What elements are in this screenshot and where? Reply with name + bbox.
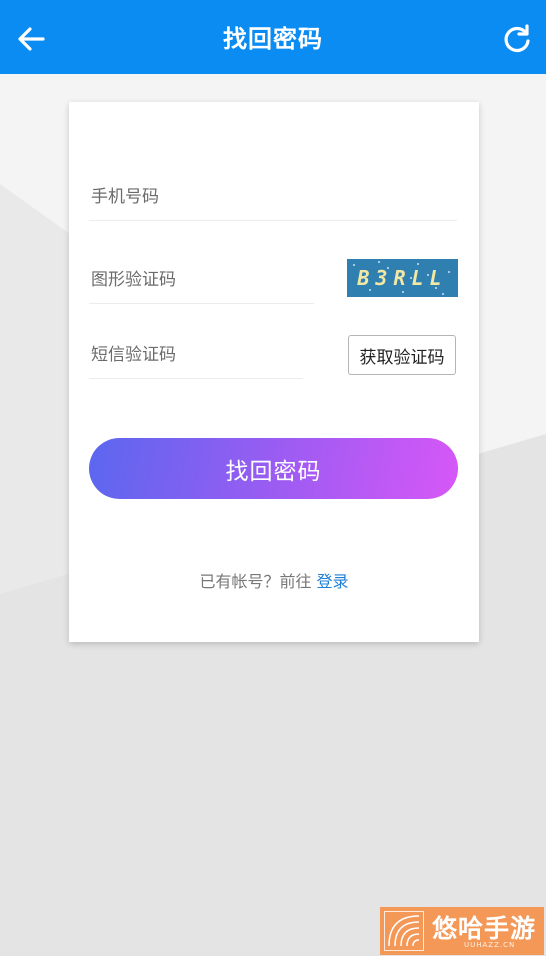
watermark-logo-icon — [384, 911, 424, 951]
phone-input[interactable] — [89, 186, 457, 208]
sms-code-field — [89, 332, 303, 379]
get-sms-code-button[interactable]: 获取验证码 — [348, 335, 456, 375]
reset-password-button[interactable]: 找回密码 — [89, 438, 458, 499]
reset-password-card: B3RLL 获取验证码 找回密码 已有帐号？前往 登录 — [69, 102, 479, 642]
sms-code-input[interactable] — [89, 344, 303, 366]
phone-field — [89, 174, 457, 221]
watermark-brand: 悠哈手游 — [432, 914, 537, 943]
login-prompt-text: 已有帐号？前往 — [199, 572, 317, 591]
refresh-button[interactable] — [500, 22, 534, 56]
login-prompt: 已有帐号？前往 登录 — [69, 568, 479, 592]
login-link[interactable]: 登录 — [317, 572, 349, 591]
watermark: 悠哈手游 UUHAZZ.CN — [380, 907, 544, 955]
captcha-input[interactable] — [89, 269, 314, 291]
captcha-text: B3RLL — [357, 266, 448, 290]
page-title: 找回密码 — [223, 25, 323, 53]
refresh-icon — [504, 24, 530, 53]
captcha-image[interactable]: B3RLL — [347, 259, 458, 297]
watermark-site: UUHAZZ.CN — [464, 941, 516, 949]
top-app-bar: 找回密码 — [0, 0, 546, 74]
captcha-field — [89, 257, 314, 304]
